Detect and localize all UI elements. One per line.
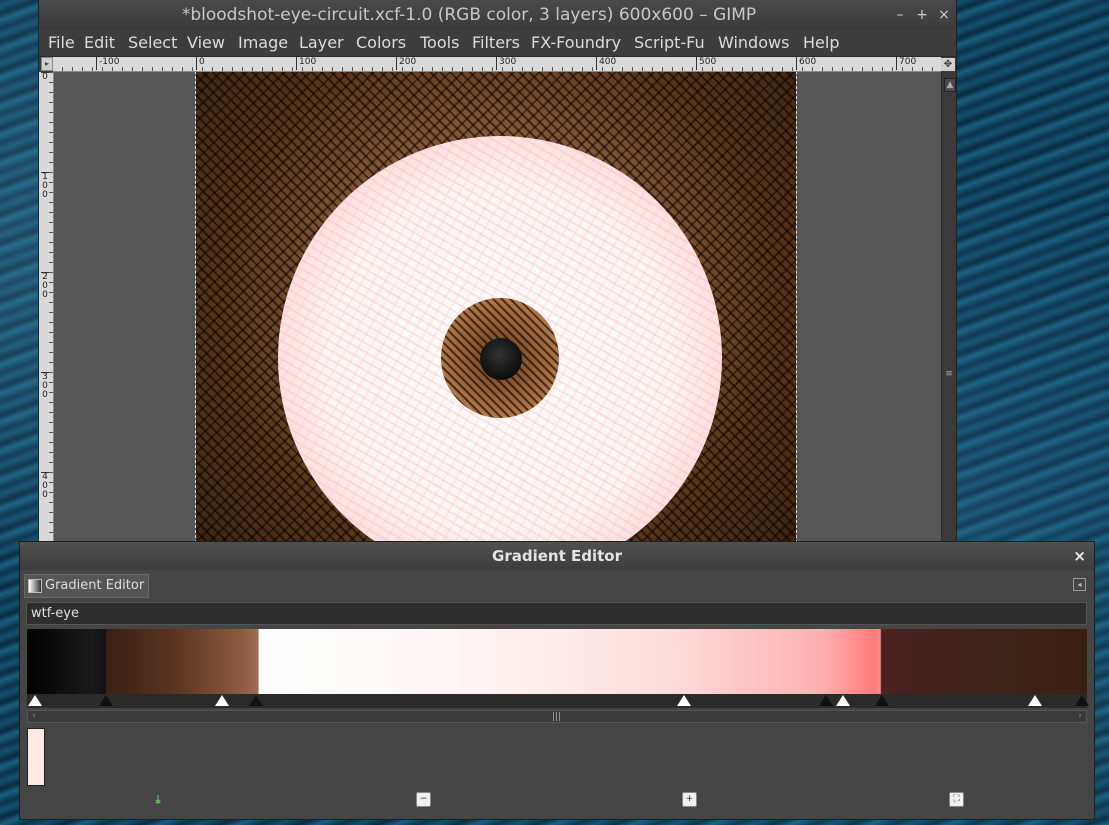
menu-help[interactable]: Help [803, 30, 839, 56]
stop-handle[interactable] [99, 695, 113, 706]
stop-handle[interactable] [1075, 695, 1089, 706]
menu-windows[interactable]: Windows [718, 30, 789, 56]
gradient-stop-bar[interactable] [27, 694, 1089, 708]
gradient-icon [28, 579, 42, 593]
gradient-preview[interactable] [27, 629, 1087, 694]
vruler-label: 100 [41, 172, 49, 200]
menu-filters[interactable]: Filters [472, 30, 520, 56]
menu-colors[interactable]: Colors [356, 30, 406, 56]
window-titlebar[interactable]: *bloodshot-eye-circuit.xcf-1.0 (RGB colo… [39, 0, 956, 30]
horizontal-ruler[interactable]: -100 0 100 200 300 400 500 600 700 [53, 57, 941, 72]
dialog-titlebar[interactable]: Gradient Editor × [20, 542, 1094, 570]
minimize-button[interactable]: – [890, 0, 910, 30]
dialog-close-button[interactable]: × [1073, 542, 1086, 570]
hruler-label: -100 [96, 57, 119, 70]
vruler-label: 400 [41, 472, 49, 500]
stop-handle[interactable] [249, 695, 263, 706]
menu-fx-foundry[interactable]: FX-Foundry [531, 30, 621, 56]
menu-select[interactable]: Select [128, 30, 177, 56]
menu-file[interactable]: File [48, 30, 75, 56]
midpoint-handle[interactable] [836, 695, 850, 706]
menu-bar: File Edit Select View Image Layer Colors… [39, 30, 956, 57]
vertical-scrollbar[interactable]: ▲ ≡ [941, 72, 956, 542]
vertical-ruler[interactable]: 0 100 200 300 400 [39, 72, 54, 542]
gradient-editor-dialog: Gradient Editor × Gradient Editor ◂ ‹ ||… [19, 541, 1095, 820]
navigate-icon[interactable]: ✥ [941, 58, 955, 71]
menu-view[interactable]: View [187, 30, 225, 56]
stop-handle[interactable] [819, 695, 833, 706]
image-canvas[interactable] [195, 72, 797, 542]
canvas-area[interactable] [54, 72, 941, 542]
scroll-left-icon[interactable]: ‹ [28, 711, 40, 722]
menu-script-fu[interactable]: Script-Fu [634, 30, 705, 56]
window-title: *bloodshot-eye-circuit.xcf-1.0 (RGB colo… [181, 5, 757, 25]
midpoint-handle[interactable] [1028, 695, 1042, 706]
vruler-label: 200 [41, 272, 49, 300]
hruler-label: 500 [696, 57, 716, 70]
scroll-grip-icon[interactable]: ||| [552, 712, 561, 722]
zoom-fit-icon[interactable]: ⛶ [949, 792, 964, 807]
stop-handle[interactable] [875, 695, 889, 706]
midpoint-handle[interactable] [215, 695, 229, 706]
download-icon[interactable]: ⤓ [150, 792, 166, 808]
menu-image[interactable]: Image [238, 30, 288, 56]
hruler-label: 100 [296, 57, 316, 70]
vruler-label: 300 [41, 372, 49, 400]
hruler-label: 300 [496, 57, 516, 70]
scroll-grip-icon[interactable]: ≡ [944, 368, 954, 380]
quick-mask-toggle[interactable]: ▸ [41, 57, 53, 71]
gimp-image-window: *bloodshot-eye-circuit.xcf-1.0 (RGB colo… [38, 0, 957, 560]
scroll-right-icon[interactable]: › [1074, 711, 1086, 722]
close-button[interactable]: × [934, 0, 954, 30]
dialog-title: Gradient Editor [492, 547, 622, 565]
hruler-label: 200 [396, 57, 416, 70]
scroll-up-icon[interactable]: ▲ [944, 78, 956, 92]
vruler-label: 0 [41, 72, 49, 82]
menu-layer[interactable]: Layer [299, 30, 344, 56]
stop-handle[interactable] [28, 695, 42, 706]
hruler-label: 0 [196, 57, 205, 70]
eye-pupil [480, 338, 522, 380]
menu-tools[interactable]: Tools [420, 30, 459, 56]
menu-edit[interactable]: Edit [84, 30, 115, 56]
tab-label: Gradient Editor [45, 578, 145, 593]
zoom-out-icon[interactable]: − [416, 792, 431, 807]
hruler-label: 400 [596, 57, 616, 70]
tab-menu-icon[interactable]: ◂ [1073, 578, 1086, 591]
maximize-button[interactable]: + [912, 0, 932, 30]
midpoint-handle[interactable] [677, 695, 691, 706]
gradient-horizontal-scrollbar[interactable]: ‹ ||| › [27, 710, 1087, 723]
tab-gradient-editor[interactable]: Gradient Editor [24, 574, 150, 598]
zoom-in-icon[interactable]: + [682, 792, 697, 807]
color-swatch[interactable] [27, 728, 45, 786]
gradient-name-input[interactable] [26, 602, 1087, 625]
hruler-label: 600 [796, 57, 816, 70]
hruler-label: 700 [896, 57, 916, 70]
